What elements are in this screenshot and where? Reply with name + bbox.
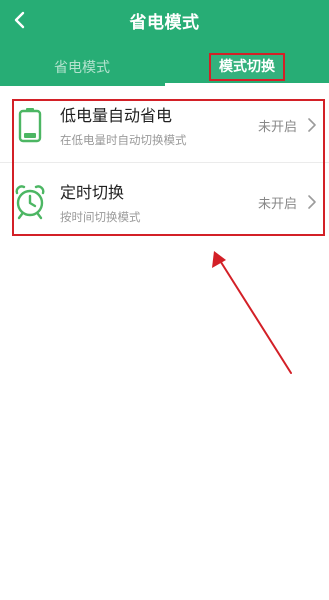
item-status: 未开启 bbox=[257, 120, 297, 135]
chevron-right-icon bbox=[308, 118, 316, 132]
tab-bar: 省电模式 模式切换 bbox=[0, 48, 329, 86]
list-item-scheduled-switch[interactable]: 定时切换 按时间切换模式 未开启 bbox=[0, 162, 329, 239]
tab-power-saving-label: 省电模式 bbox=[54, 60, 110, 76]
tab-mode-switch[interactable]: 模式切换 bbox=[165, 48, 329, 86]
item-status: 未开启 bbox=[257, 197, 297, 212]
chevron-right-icon bbox=[308, 195, 316, 209]
screen: 省电模式 省电模式 模式切换 低电量自动省电 在低电量时自动切换模式 未开启 定… bbox=[0, 0, 329, 600]
item-subtitle: 在低电量时自动切换模式 bbox=[60, 133, 187, 147]
list-item-low-battery-auto-save[interactable]: 低电量自动省电 在低电量时自动切换模式 未开启 bbox=[0, 86, 329, 162]
battery-icon bbox=[14, 106, 46, 144]
tab-mode-switch-label: 模式切换 bbox=[209, 53, 285, 81]
mode-switch-list: 低电量自动省电 在低电量时自动切换模式 未开启 定时切换 按时间切换模式 未开启 bbox=[0, 86, 329, 239]
item-subtitle: 按时间切换模式 bbox=[60, 210, 141, 224]
alarm-clock-icon bbox=[14, 183, 46, 221]
item-title: 定时切换 bbox=[60, 183, 125, 202]
page-title: 省电模式 bbox=[129, 13, 200, 33]
tab-power-saving[interactable]: 省电模式 bbox=[0, 48, 164, 86]
header: 省电模式 省电模式 模式切换 bbox=[0, 0, 329, 86]
item-title: 低电量自动省电 bbox=[60, 106, 173, 125]
